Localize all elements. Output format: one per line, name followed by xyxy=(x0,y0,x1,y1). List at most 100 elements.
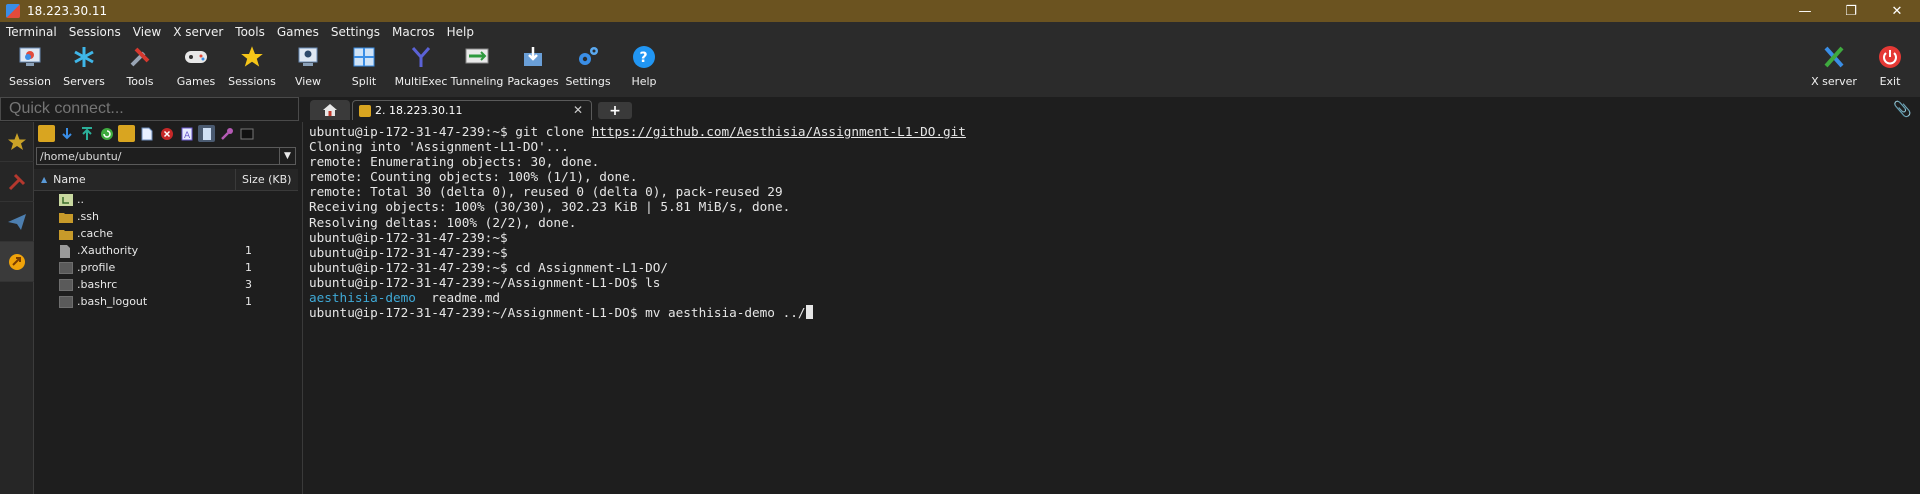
menu-x-server[interactable]: X server xyxy=(167,25,229,39)
sidebar-tab-macros[interactable] xyxy=(0,202,34,242)
svg-text:?: ? xyxy=(640,50,648,66)
svg-text:A: A xyxy=(184,131,191,141)
menu-settings[interactable]: Settings xyxy=(325,25,386,39)
parent-dir-icon[interactable] xyxy=(38,125,55,142)
terminal-text: ubuntu@ip-172-31-47-239:~/Assignment-L1-… xyxy=(309,305,806,321)
sidebar-tab-sessions[interactable] xyxy=(0,122,34,162)
terminal-line: ubuntu@ip-172-31-47-239:~$ cd Assignment… xyxy=(309,260,1920,275)
toolbar-help-button[interactable]: ? Help xyxy=(614,44,674,88)
tab-session-18-223-30-11[interactable]: 2. 18.223.30.11 ✕ xyxy=(352,100,592,120)
home-tab[interactable] xyxy=(310,100,350,120)
session-tab-bar: 2. 18.223.30.11 ✕ + 📎 xyxy=(300,98,1920,120)
terminal-text: ubuntu@ip-172-31-47-239:~/Assignment-L1-… xyxy=(309,274,661,290)
new-tab-button[interactable]: + xyxy=(598,102,632,119)
sftp-path-input[interactable] xyxy=(37,149,279,163)
title-bar: 18.223.30.11 — ❐ ✕ xyxy=(0,0,1920,22)
maximize-button[interactable]: ❐ xyxy=(1828,0,1874,22)
terminal-text: Resolving deltas: 100% (2/2), done. xyxy=(309,214,577,230)
file-list: .. .ssh .cache .Xauthority 1 .profile 1 .bashrc… xyxy=(34,191,298,310)
new-file-icon[interactable] xyxy=(138,125,155,142)
menu-sessions[interactable]: Sessions xyxy=(63,25,127,39)
sidebar-tab-tools[interactable] xyxy=(0,162,34,202)
terminal-line: remote: Counting objects: 100% (1/1), do… xyxy=(309,169,1920,184)
terminal-text: readme.md xyxy=(415,290,500,306)
menu-tools[interactable]: Tools xyxy=(229,25,271,39)
size-column-header[interactable]: Size (KB) xyxy=(236,173,291,186)
toolbar-tools-button[interactable]: Tools xyxy=(110,44,170,88)
file-name: .bashrc xyxy=(77,278,118,291)
settings-icon xyxy=(575,44,601,70)
file-name: .. xyxy=(77,193,84,206)
toolbar-settings-button[interactable]: Settings xyxy=(558,44,618,88)
toolbar-exit-button[interactable]: Exit xyxy=(1860,44,1920,88)
follow-terminal-icon[interactable] xyxy=(198,125,215,142)
toolbar-servers-button[interactable]: Servers xyxy=(54,44,114,88)
terminal-line: ubuntu@ip-172-31-47-239:~/Assignment-L1-… xyxy=(309,305,1920,320)
toolbar-label: View xyxy=(294,75,322,88)
help-icon: ? xyxy=(631,44,657,70)
quick-connect-input[interactable] xyxy=(1,98,298,120)
file-row[interactable]: .. xyxy=(34,191,298,208)
toolbar-tunneling-button[interactable]: Tunneling xyxy=(447,44,507,88)
sftp-icon xyxy=(9,253,25,270)
upload-icon[interactable] xyxy=(78,125,95,142)
terminal-line: remote: Total 30 (delta 0), reused 0 (de… xyxy=(309,184,1920,199)
sftp-browser: A ▼ ▲ Name Size (KB) .. .ssh .cache .Xautho… xyxy=(34,122,298,494)
close-window-button[interactable]: ✕ xyxy=(1874,0,1920,22)
terminal-text: remote: Enumerating objects: 30, done. xyxy=(309,154,600,170)
toolbar-label: Games xyxy=(176,75,216,88)
toolbar-label: Packages xyxy=(507,75,559,88)
toolbar-multiexec-button[interactable]: MultiExec xyxy=(391,44,451,88)
terminal-cursor xyxy=(805,305,813,320)
file-list-header: ▲ Name Size (KB) xyxy=(34,169,298,191)
close-tab-icon[interactable]: ✕ xyxy=(573,103,583,117)
sidebar-tab-sftp[interactable] xyxy=(0,242,34,282)
file-row[interactable]: .bashrc 3 xyxy=(34,276,298,293)
name-column-header[interactable]: ▲ Name xyxy=(34,169,236,190)
menu-help[interactable]: Help xyxy=(441,25,480,39)
new-folder-icon[interactable] xyxy=(118,125,135,142)
file-icon xyxy=(59,295,73,308)
file-row[interactable]: .profile 1 xyxy=(34,259,298,276)
terminal-icon[interactable] xyxy=(238,125,255,142)
menu-games[interactable]: Games xyxy=(271,25,325,39)
terminal-line: aesthisia-demo readme.md xyxy=(309,290,1920,305)
terminal-line: Resolving deltas: 100% (2/2), done. xyxy=(309,215,1920,230)
toolbar-session-button[interactable]: Session xyxy=(0,44,60,88)
toolbar-sessions-button[interactable]: Sessions xyxy=(222,44,282,88)
delete-icon[interactable] xyxy=(158,125,175,142)
toolbar-split-button[interactable]: Split xyxy=(334,44,394,88)
toolbar-label: MultiExec xyxy=(394,75,448,88)
x-server-icon xyxy=(1821,44,1847,70)
toolbar-label: Tools xyxy=(126,75,154,88)
menu-macros[interactable]: Macros xyxy=(386,25,441,39)
menu-view[interactable]: View xyxy=(127,25,167,39)
menu-terminal[interactable]: Terminal xyxy=(0,25,63,39)
menu-bar: Terminal Sessions View X server Tools Games Se… xyxy=(0,22,1920,42)
file-row[interactable]: .ssh xyxy=(34,208,298,225)
file-row[interactable]: .Xauthority 1 xyxy=(34,242,298,259)
terminal-line: ubuntu@ip-172-31-47-239:~$ git clone htt… xyxy=(309,124,1920,139)
file-name: .bash_logout xyxy=(77,295,148,308)
terminal-text: remote: Counting objects: 100% (1/1), do… xyxy=(309,169,638,185)
file-row[interactable]: .bash_logout 1 xyxy=(34,293,298,310)
paperclip-icon[interactable]: 📎 xyxy=(1893,100,1912,118)
sftp-path-bar: ▼ xyxy=(36,147,296,165)
toolbar-packages-button[interactable]: Packages xyxy=(503,44,563,88)
rename-icon[interactable]: A xyxy=(178,125,195,142)
file-row[interactable]: .cache xyxy=(34,225,298,242)
download-icon[interactable] xyxy=(58,125,75,142)
refresh-icon[interactable] xyxy=(98,125,115,142)
settings-wrench-icon[interactable] xyxy=(218,125,235,142)
terminal-output[interactable]: ubuntu@ip-172-31-47-239:~$ git clone htt… xyxy=(302,122,1920,494)
file-name: .ssh xyxy=(77,210,99,223)
toolbar-games-button[interactable]: Games xyxy=(166,44,226,88)
minimize-button[interactable]: — xyxy=(1782,0,1828,22)
toolbar-x-server-button[interactable]: X server xyxy=(1804,44,1864,88)
file-icon xyxy=(59,244,73,258)
file-name: .Xauthority xyxy=(77,244,139,257)
chevron-down-icon[interactable]: ▼ xyxy=(279,148,295,164)
toolbar-view-button[interactable]: View xyxy=(278,44,338,88)
packages-icon xyxy=(520,44,546,70)
terminal-url-link[interactable]: https://github.com/Aesthisia/Assignment-… xyxy=(592,124,966,139)
